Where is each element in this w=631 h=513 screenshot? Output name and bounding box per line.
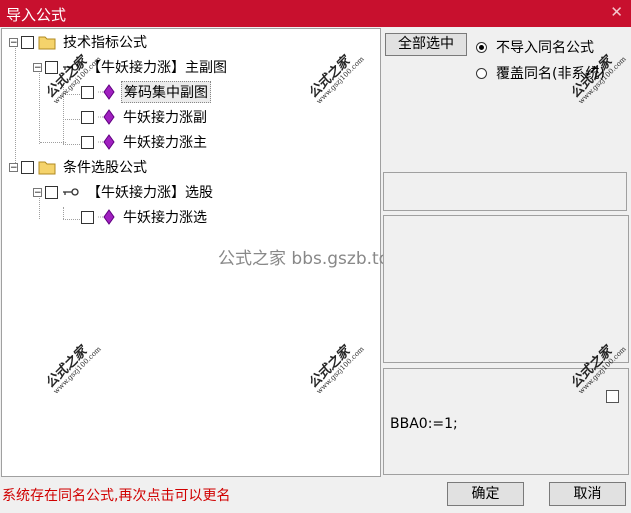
status-message: 系统存在同名公式,再次点击可以更名: [2, 488, 231, 504]
close-icon[interactable]: ✕: [610, 3, 623, 21]
tree-leaf-label: 筹码集中副图: [121, 81, 211, 103]
leaf-checkbox[interactable]: [81, 210, 94, 224]
tree-leaf[interactable]: 筹码集中副图: [78, 81, 211, 103]
leaf-checkbox[interactable]: [81, 110, 94, 124]
tree-formula-selection[interactable]: − 【牛妖接力涨】选股: [33, 182, 215, 202]
radio-button[interactable]: [476, 41, 487, 53]
diamond-icon: [98, 209, 115, 225]
group-checkbox[interactable]: [21, 35, 34, 49]
tree-leaf-label: 牛妖接力涨主: [123, 135, 207, 151]
tree-leaf-label: 牛妖接力涨副: [123, 110, 207, 126]
tree-formula-label: 【牛妖接力涨】选股: [87, 185, 213, 201]
tree-group-conditions[interactable]: − 条件选股公式: [9, 157, 149, 177]
leaf-checkbox[interactable]: [81, 135, 94, 149]
diamond-icon: [98, 109, 115, 125]
radio-skip-same-name[interactable]: 不导入同名公式: [476, 37, 594, 57]
key-icon: [63, 188, 79, 196]
formula-description-area[interactable]: [383, 215, 629, 363]
collapse-toggle[interactable]: −: [33, 62, 42, 72]
code-area-checkbox[interactable]: [606, 390, 619, 403]
diamond-icon: [98, 134, 115, 150]
ok-button[interactable]: 确定: [447, 482, 524, 506]
group-checkbox[interactable]: [21, 160, 34, 174]
formula-name-field[interactable]: [383, 172, 627, 211]
radio-button[interactable]: [476, 67, 487, 79]
collapse-toggle[interactable]: −: [9, 162, 18, 172]
collapse-toggle[interactable]: −: [9, 37, 18, 47]
tree-group-label: 技术指标公式: [63, 35, 147, 51]
folder-icon: [38, 161, 56, 175]
tree-leaf[interactable]: 牛妖接力涨副: [78, 107, 209, 127]
leaf-checkbox[interactable]: [81, 85, 94, 99]
window-title: 导入公式: [6, 6, 67, 24]
formula-code-text: BBA0:=1;: [390, 416, 458, 432]
folder-icon: [38, 36, 56, 50]
title-bar: 导入公式 ✕: [0, 0, 631, 27]
watermark-text: 公式之家 bbs.gszb.top: [218, 249, 400, 269]
select-all-button[interactable]: 全部选中: [385, 33, 467, 56]
tree-leaf-label: 牛妖接力涨选: [123, 210, 207, 226]
tree-leaf[interactable]: 牛妖接力涨主: [78, 132, 209, 152]
formula-checkbox[interactable]: [45, 185, 58, 199]
tree-group-label: 条件选股公式: [63, 160, 147, 176]
tree-leaf[interactable]: 牛妖接力涨选: [78, 207, 209, 227]
radio-label: 不导入同名公式: [496, 40, 594, 56]
diamond-icon: [98, 84, 115, 100]
tree-formula-label: 【牛妖接力涨】主副图: [87, 60, 227, 76]
cancel-button[interactable]: 取消: [549, 482, 626, 506]
collapse-toggle[interactable]: −: [33, 187, 42, 197]
